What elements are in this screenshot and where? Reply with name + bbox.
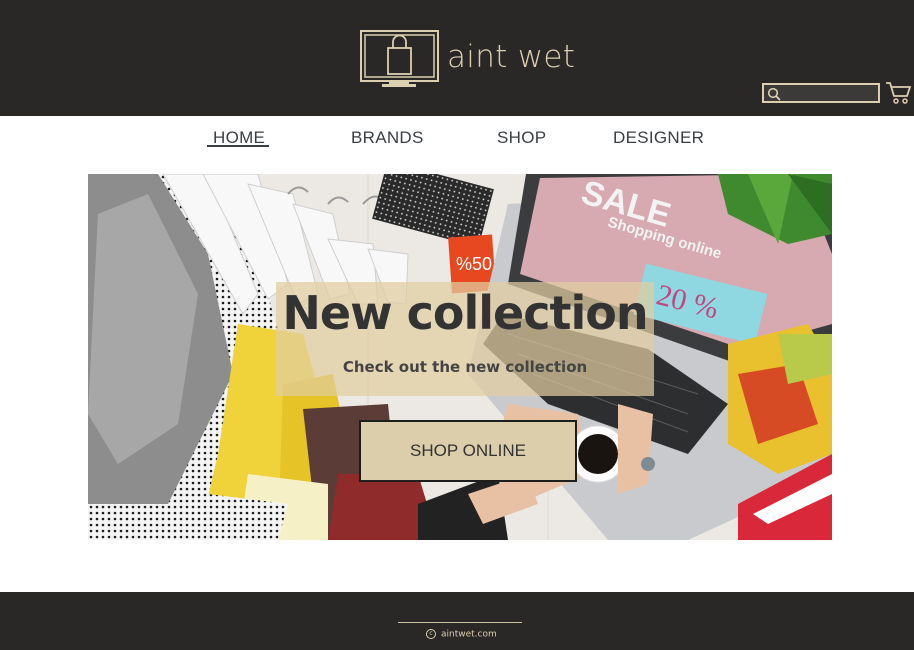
- hero-title: New collection: [282, 286, 648, 340]
- site-header: aint wet: [0, 0, 914, 116]
- footer-copyright: c aintwet.com: [426, 629, 497, 640]
- shop-online-button[interactable]: SHOP ONLINE: [359, 420, 577, 482]
- search-box[interactable]: [762, 83, 880, 103]
- search-input[interactable]: [784, 85, 876, 101]
- search-icon[interactable]: [767, 87, 781, 101]
- hero-banner: %50 SALE Shopping online 20 % New collec…: [88, 174, 832, 540]
- shopping-bag-monitor-icon: [360, 30, 439, 87]
- nav-item-designer[interactable]: DESIGNER: [613, 128, 704, 148]
- price-tag-text: %50: [456, 254, 492, 274]
- shopping-cart-icon[interactable]: [885, 81, 912, 105]
- main-nav: HOME BRANDS SHOP DESIGNER: [0, 116, 914, 174]
- nav-item-shop[interactable]: SHOP: [497, 128, 546, 148]
- footer-divider: [398, 622, 522, 623]
- hero-subtitle: Check out the new collection: [342, 358, 588, 376]
- copyright-icon: c: [426, 629, 436, 639]
- logo[interactable]: aint wet: [360, 30, 575, 88]
- brand-name: aint wet: [447, 39, 576, 75]
- nav-item-brands[interactable]: BRANDS: [351, 128, 424, 148]
- site-footer: c aintwet.com: [0, 592, 914, 650]
- footer-copyright-text: aintwet.com: [441, 629, 497, 640]
- active-nav-indicator: [207, 145, 269, 147]
